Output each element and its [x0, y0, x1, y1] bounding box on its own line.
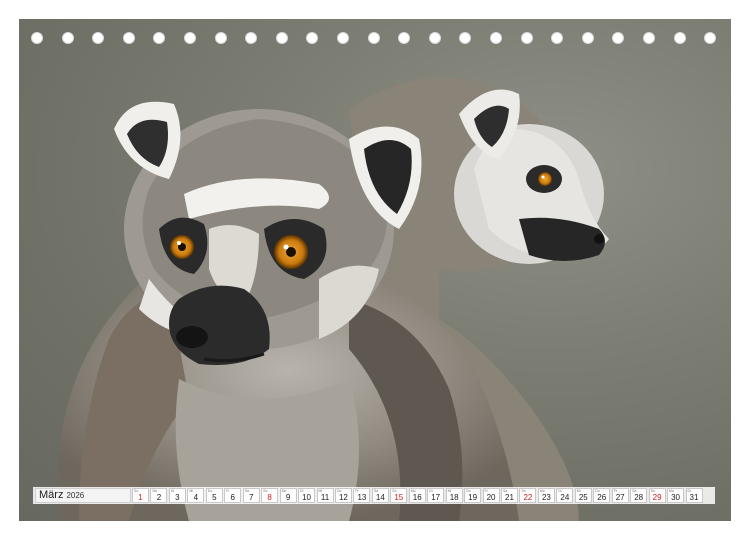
day-number: 31 [689, 493, 699, 502]
binding-hole [612, 32, 625, 44]
binding-hole [31, 32, 43, 44]
day-number: 22 [523, 493, 533, 502]
day-cell: Do 26 [593, 488, 611, 503]
day-number: 21 [505, 493, 514, 502]
binding-hole [673, 32, 686, 44]
day-cell: Do 19 [464, 488, 482, 503]
day-cell: Fr 13 [353, 488, 371, 503]
calendar-page: März 2026 So 1 Mo 2 Di 3 Mi 4 Do 5 Fr 6 Sa 7 So 8 Mo 9 Di 10… [0, 0, 750, 539]
day-number: 11 [320, 493, 330, 502]
binding-hole [459, 32, 472, 44]
binding-holes [19, 32, 731, 46]
day-cell: Di 3 [168, 488, 186, 503]
binding-hole [581, 32, 594, 44]
day-cell: Mi 11 [316, 488, 334, 503]
day-number: 25 [578, 493, 588, 502]
day-cell: Mi 25 [574, 488, 592, 503]
day-number: 16 [412, 493, 422, 502]
day-number: 18 [449, 493, 459, 502]
day-cell: Mo 2 [150, 488, 168, 503]
binding-hole [92, 32, 105, 44]
day-number: 26 [597, 493, 607, 502]
binding-hole [428, 32, 441, 44]
day-number: 27 [615, 493, 625, 502]
day-cell: Sa 7 [242, 488, 260, 503]
day-number: 24 [560, 493, 570, 502]
binding-hole [367, 32, 380, 44]
day-cell: Di 24 [556, 488, 574, 503]
day-number: 2 [156, 493, 162, 502]
day-cell: Di 17 [427, 488, 445, 503]
day-cell: So 15 [390, 488, 408, 503]
day-number: 13 [357, 493, 367, 502]
day-cell: Fr 27 [611, 488, 629, 503]
day-number: 4 [193, 493, 199, 502]
day-cell: Fr 6 [224, 488, 242, 503]
lemur-photo [19, 19, 731, 521]
binding-hole [337, 32, 349, 44]
year-label: 2026 [66, 491, 85, 500]
binding-hole [153, 32, 166, 44]
day-cell: Mo 30 [667, 488, 685, 503]
binding-hole [490, 32, 502, 44]
day-number: 5 [212, 493, 217, 502]
month-label: März 2026 [35, 488, 131, 503]
day-cell: Sa 28 [630, 488, 648, 503]
binding-hole [122, 32, 135, 44]
day-number: 17 [431, 493, 441, 502]
binding-hole [184, 32, 196, 44]
day-cell: Mi 18 [445, 488, 463, 503]
ring-tailed-lemur-icon [57, 77, 609, 521]
day-number: 7 [248, 493, 254, 502]
day-number: 20 [486, 493, 496, 502]
day-number: 14 [375, 493, 385, 502]
day-cell: Mo 23 [537, 488, 555, 503]
day-cell: So 22 [519, 488, 537, 503]
day-number: 19 [468, 493, 478, 502]
day-number: 6 [230, 493, 235, 502]
day-number: 15 [394, 493, 404, 502]
day-number: 9 [285, 493, 291, 502]
binding-hole [306, 32, 319, 44]
day-cell: Fr 20 [482, 488, 500, 503]
day-cell: So 1 [132, 488, 149, 503]
day-number: 12 [338, 493, 348, 502]
day-number: 30 [671, 493, 680, 502]
binding-hole [275, 32, 288, 44]
binding-hole [704, 32, 717, 44]
month-name: März [39, 489, 64, 501]
day-cell: Di 31 [685, 488, 703, 503]
day-cell: Mi 4 [187, 488, 205, 503]
binding-hole [214, 32, 227, 44]
day-cell: Mo 9 [279, 488, 297, 503]
day-number: 28 [634, 493, 644, 502]
binding-hole [551, 32, 564, 44]
binding-hole [643, 32, 655, 44]
day-cell: Do 5 [205, 488, 223, 503]
day-cell: Sa 21 [501, 488, 518, 503]
day-number: 23 [541, 493, 551, 502]
day-number: 29 [652, 493, 662, 502]
day-cell: Do 12 [334, 488, 352, 503]
day-cell: So 29 [648, 488, 666, 503]
day-number: 1 [138, 493, 143, 502]
binding-hole [520, 32, 533, 44]
day-cell: Di 10 [298, 488, 316, 503]
day-number: 3 [175, 493, 180, 502]
binding-hole [398, 32, 411, 44]
day-number: 10 [302, 493, 311, 502]
day-cell: Mo 16 [408, 488, 426, 503]
day-cell: Sa 14 [371, 488, 389, 503]
binding-hole [245, 32, 258, 44]
day-cell: So 8 [261, 488, 279, 503]
day-number: 8 [267, 493, 272, 502]
binding-hole [61, 32, 74, 44]
